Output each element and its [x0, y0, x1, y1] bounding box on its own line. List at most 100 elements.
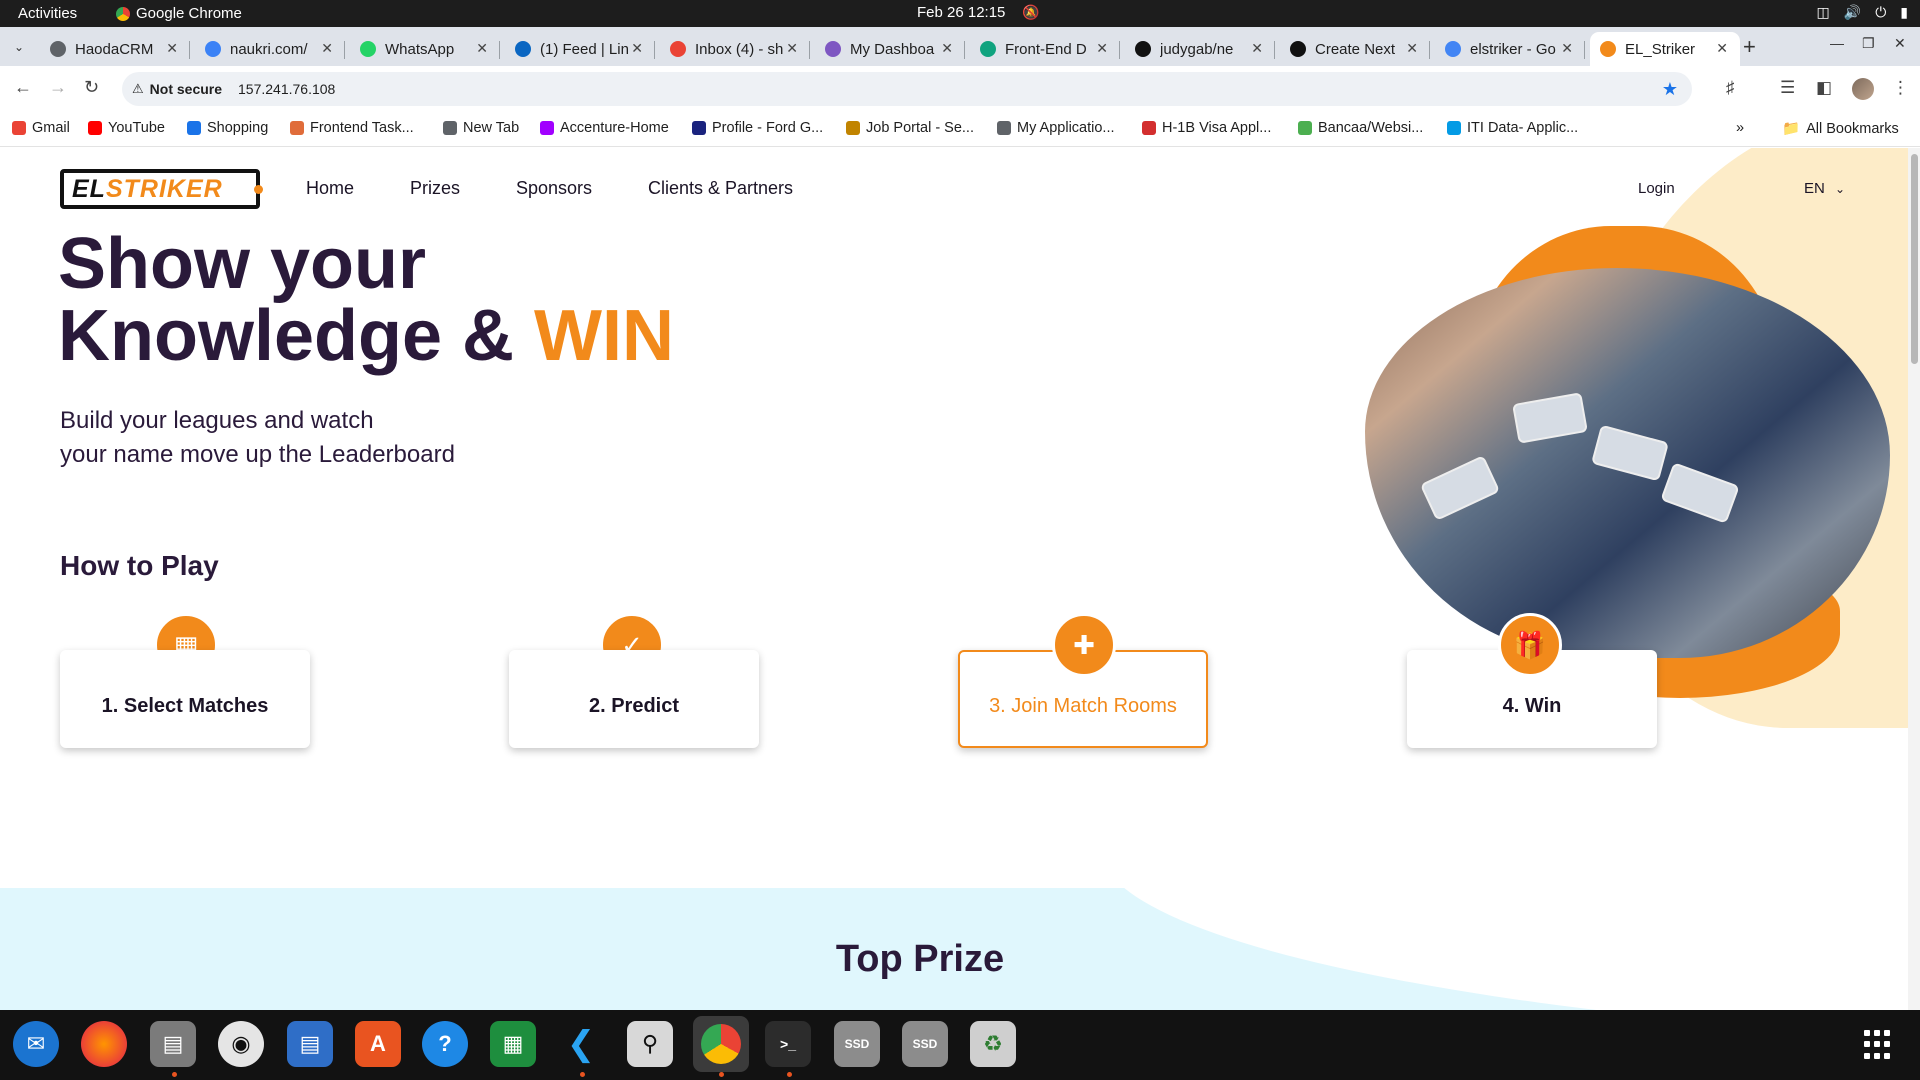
bookmark-star-icon[interactable]: ★ [1662, 79, 1678, 100]
volume-icon: 🔊 [1843, 4, 1862, 20]
clock[interactable]: Feb 26 12:15 [917, 4, 1005, 21]
browser-tab[interactable]: (1) Feed | Lin ✕ [505, 32, 655, 66]
image-viewer-icon[interactable]: ⚲ [627, 1021, 673, 1067]
close-tab-icon[interactable]: ✕ [1096, 40, 1108, 57]
bookmark-item[interactable]: H-1B Visa Appl... [1142, 120, 1271, 136]
reload-icon[interactable]: ↻ [84, 77, 99, 98]
taskbar-dock: ✉ ▤ ◉ ▤ A ? ▦ ❮ ⚲ >_ SSD SSD ♻ [0, 1010, 1920, 1080]
nav-clients-partners[interactable]: Clients & Partners [648, 178, 793, 199]
bookmark-item[interactable]: YouTube [88, 120, 165, 136]
profile-avatar[interactable] [1852, 78, 1874, 100]
browser-tab[interactable]: WhatsApp ✕ [350, 32, 500, 66]
nav-home[interactable]: Home [306, 178, 354, 199]
new-tab-button[interactable]: + [1743, 34, 1756, 60]
bookmark-item[interactable]: Profile - Ford G... [692, 120, 823, 136]
extensions-icon[interactable]: ♯ [1726, 78, 1735, 98]
ssd-drive-icon[interactable]: SSD [902, 1021, 948, 1067]
bookmark-item[interactable]: ITI Data- Applic... [1447, 120, 1578, 136]
login-link[interactable]: Login [1638, 180, 1675, 197]
show-apps-icon[interactable] [1864, 1030, 1894, 1060]
browser-tab[interactable]: Inbox (4) - sh ✕ [660, 32, 810, 66]
browser-tab[interactable]: judygab/ne ✕ [1125, 32, 1275, 66]
nav-prizes[interactable]: Prizes [410, 178, 460, 199]
close-tab-icon[interactable]: ✕ [166, 40, 178, 57]
address-bar[interactable]: ⚠ Not secure 157.241.76.108 ★ [122, 72, 1692, 106]
all-bookmarks-button[interactable]: 📁 All Bookmarks [1782, 120, 1899, 138]
close-tab-icon[interactable]: ✕ [1716, 40, 1728, 57]
thunderbird-icon[interactable]: ✉ [13, 1021, 59, 1067]
tab-title: WhatsApp [385, 40, 455, 58]
browser-tab[interactable]: HaodaCRM ✕ [40, 32, 190, 66]
step-predict[interactable]: 2. Predict [509, 650, 759, 748]
tab-favicon-icon [670, 41, 686, 57]
chrome-dock-icon[interactable] [693, 1016, 749, 1072]
ssd-drive-icon[interactable]: SSD [834, 1021, 880, 1067]
bookmark-item[interactable]: New Tab [443, 120, 519, 136]
bookmark-item[interactable]: Accenture-Home [540, 120, 669, 136]
terminal-icon[interactable]: >_ [765, 1021, 811, 1067]
browser-tab[interactable]: Create Next ✕ [1280, 32, 1430, 66]
nav-sponsors[interactable]: Sponsors [516, 178, 592, 199]
browser-tab[interactable]: Front-End D ✕ [970, 32, 1120, 66]
scrollbar-thumb[interactable] [1911, 154, 1918, 364]
bookmark-item[interactable]: Shopping [187, 120, 268, 136]
bookmarks-overflow-icon[interactable]: » [1736, 120, 1744, 136]
back-icon[interactable]: ← [14, 77, 32, 98]
vscode-icon[interactable]: ❮ [558, 1021, 604, 1067]
tab-separator [964, 41, 965, 59]
close-tab-icon[interactable]: ✕ [1251, 40, 1263, 57]
tab-search-button[interactable]: ⌄ [8, 36, 30, 58]
activities-button[interactable]: Activities [18, 5, 77, 22]
bookmark-label: YouTube [108, 120, 165, 136]
system-tray[interactable]: ◫ 🔊 ⏻ ▮ [1817, 4, 1908, 21]
writer-icon[interactable]: ▤ [287, 1021, 333, 1067]
close-tab-icon[interactable]: ✕ [631, 40, 643, 57]
site-logo[interactable]: EL STRIKER [60, 169, 263, 209]
bookmark-item[interactable]: Gmail [12, 120, 70, 136]
language-selector[interactable]: EN ⌄ [1804, 180, 1845, 197]
security-label[interactable]: Not secure [150, 81, 222, 97]
bookmark-item[interactable]: Job Portal - Se... [846, 120, 974, 136]
app-menu[interactable]: Google Chrome [116, 5, 242, 22]
close-tab-icon[interactable]: ✕ [476, 40, 488, 57]
software-icon[interactable]: A [355, 1021, 401, 1067]
trash-icon[interactable]: ♻ [970, 1021, 1016, 1067]
help-icon[interactable]: ? [422, 1021, 468, 1067]
bookmark-favicon-icon [88, 121, 102, 135]
tab-title: elstriker - Go [1470, 40, 1556, 58]
close-tab-icon[interactable]: ✕ [1561, 40, 1573, 57]
close-tab-icon[interactable]: ✕ [321, 40, 333, 57]
bookmark-favicon-icon [290, 121, 304, 135]
bookmark-item[interactable]: Frontend Task... [290, 120, 414, 136]
tab-title: judygab/ne [1160, 40, 1234, 58]
browser-tab[interactable]: naukri.com/ ✕ [195, 32, 345, 66]
page-scrollbar[interactable] [1908, 148, 1920, 1010]
url-text[interactable]: 157.241.76.108 [238, 81, 335, 97]
minimize-icon[interactable]: — [1830, 35, 1844, 51]
phone-shape [1512, 392, 1588, 444]
menu-kebab-icon[interactable]: ⋮ [1892, 78, 1909, 98]
rhythmbox-icon[interactable]: ◉ [218, 1021, 264, 1067]
close-tab-icon[interactable]: ✕ [941, 40, 953, 57]
forward-icon[interactable]: → [49, 77, 67, 98]
close-tab-icon[interactable]: ✕ [1406, 40, 1418, 57]
calc-icon[interactable]: ▦ [490, 1021, 536, 1067]
browser-tab[interactable]: My Dashboa ✕ [815, 32, 965, 66]
side-panel-icon[interactable]: ◧ [1816, 78, 1832, 98]
bookmark-favicon-icon [443, 121, 457, 135]
step-select-matches[interactable]: 1. Select Matches [60, 650, 310, 748]
tab-title: Front-End D [1005, 40, 1087, 58]
files-icon[interactable]: ▤ [150, 1021, 196, 1067]
browser-tab[interactable]: EL_Striker ✕ [1590, 32, 1740, 66]
gift-icon: 🎁 [1498, 613, 1562, 677]
firefox-icon[interactable] [81, 1021, 127, 1067]
close-window-icon[interactable]: ✕ [1894, 35, 1906, 52]
media-icon[interactable]: ☰ [1780, 78, 1795, 98]
browser-tab[interactable]: elstriker - Go ✕ [1435, 32, 1585, 66]
bookmark-item[interactable]: Bancaa/Websi... [1298, 120, 1423, 136]
close-tab-icon[interactable]: ✕ [786, 40, 798, 57]
restore-icon[interactable]: ❐ [1862, 35, 1875, 52]
bookmark-item[interactable]: My Applicatio... [997, 120, 1115, 136]
bookmark-label: Job Portal - Se... [866, 120, 974, 136]
bookmark-label: Bancaa/Websi... [1318, 120, 1424, 136]
